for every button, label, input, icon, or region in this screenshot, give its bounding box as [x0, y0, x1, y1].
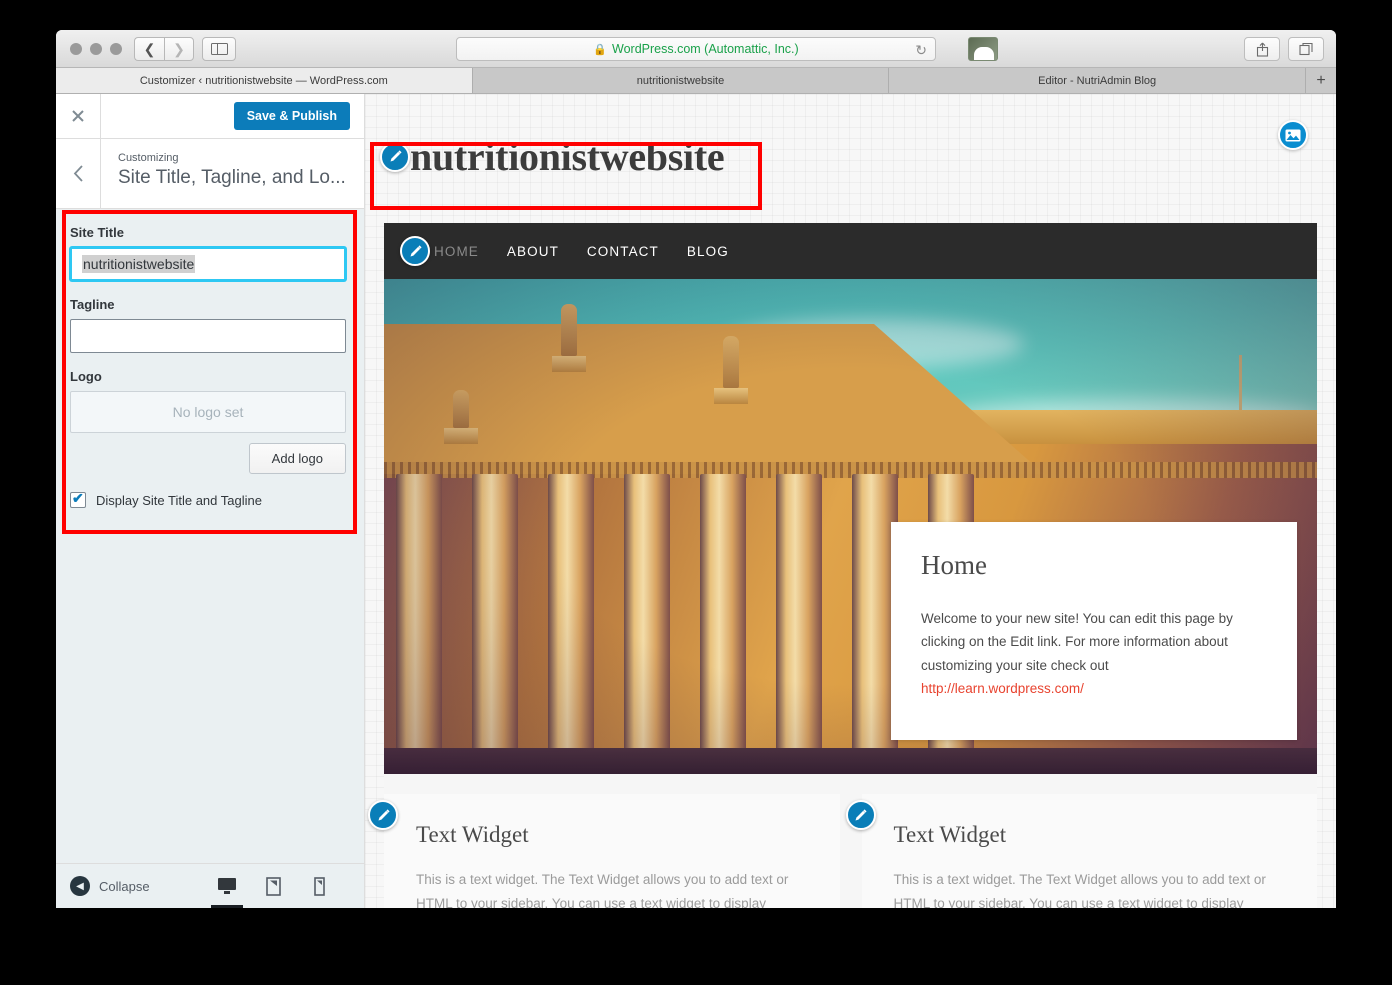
back-button[interactable]: ❮	[134, 37, 164, 61]
share-button[interactable]	[1244, 37, 1280, 61]
site-title-label: Site Title	[70, 225, 124, 240]
window-traffic-lights	[70, 43, 122, 55]
chevron-left-icon	[73, 165, 83, 182]
new-tab-button[interactable]: +	[1306, 68, 1336, 93]
close-icon	[72, 110, 84, 122]
nav-item-about[interactable]: ABOUT	[507, 244, 559, 259]
site-title-input[interactable]: nutritionistwebsite	[70, 247, 346, 281]
widget-area: Text Widget This is a text widget. The T…	[368, 774, 1317, 908]
tab-nutritionistwebsite[interactable]: nutritionistwebsite	[472, 68, 890, 93]
close-window-button[interactable]	[70, 43, 82, 55]
customizer-panel-header: Customizing Site Title, Tagline, and Lo.…	[56, 139, 364, 209]
widget-body: This is a text widget. The Text Widget a…	[416, 872, 789, 908]
display-site-title-label: Display Site Title and Tagline	[96, 492, 262, 508]
nav-links: HOME ABOUT CONTACT BLOG	[434, 244, 729, 259]
extension-button[interactable]	[968, 37, 998, 61]
site-title-text: nutritionistwebsite	[410, 134, 725, 179]
image-edit-shortcut[interactable]	[1278, 120, 1308, 150]
home-body-text: Welcome to your new site! You can edit t…	[921, 611, 1233, 673]
browser-toolbar: ❮ ❯ 🔒 WordPress.com (Automattic, Inc.) ↻	[56, 30, 1336, 68]
customizer-controls: Site Title nutritionistwebsite Tagline L…	[56, 209, 364, 518]
edit-pencil-icon	[855, 808, 867, 820]
home-content-card: Home Welcome to your new site! You can e…	[891, 522, 1297, 740]
panel-title-group: Customizing Site Title, Tagline, and Lo.…	[101, 139, 346, 208]
save-and-publish-button[interactable]: Save & Publish	[233, 102, 350, 130]
logo-label: Logo	[70, 369, 102, 384]
customizer-top-bar: Save & Publish	[56, 94, 364, 139]
widget-title: Text Widget	[893, 822, 1007, 847]
device-preview-switcher	[211, 875, 350, 908]
text-widget-1: Text Widget This is a text widget. The T…	[368, 794, 840, 908]
tab-label: nutritionistwebsite	[636, 74, 725, 87]
edit-pencil-icon	[378, 808, 390, 820]
menu-edit-shortcut[interactable]	[400, 236, 430, 266]
widget-title: Text Widget	[416, 822, 529, 847]
customizer-sidebar: Save & Publish Customizing Site Title, T…	[56, 94, 365, 908]
site-title-value: nutritionistwebsite	[82, 255, 196, 273]
customizer-body: Save & Publish Customizing Site Title, T…	[56, 94, 1336, 908]
add-logo-row: Add logo	[70, 443, 346, 474]
tab-label: Customizer ‹ nutritionistwebsite — WordP…	[139, 74, 388, 87]
display-site-title-checkbox[interactable]	[70, 490, 86, 508]
text-widget-2: Text Widget This is a text widget. The T…	[845, 794, 1317, 908]
reload-icon[interactable]: ↻	[915, 42, 927, 59]
minimize-window-button[interactable]	[90, 43, 102, 55]
tab-overview-icon	[1298, 42, 1313, 56]
breadcrumb: Customizing	[118, 152, 179, 164]
site-header: nutritionistwebsite	[365, 94, 1336, 219]
nav-item-home[interactable]: HOME	[434, 244, 479, 259]
widget-body: This is a text widget. The Text Widget a…	[893, 872, 1266, 908]
sidebar-toggle-icon	[210, 42, 228, 56]
page-title: Site Title, Tagline, and Lo...	[118, 167, 346, 189]
no-logo-placeholder: No logo set	[70, 391, 346, 433]
tablet-preview-icon[interactable]	[262, 875, 284, 897]
browser-window: ❮ ❯ 🔒 WordPress.com (Automattic, Inc.) ↻	[56, 30, 1336, 908]
image-edit-icon	[1285, 129, 1301, 141]
lock-icon: 🔒	[593, 43, 608, 56]
home-heading: Home	[921, 550, 987, 581]
tab-label: Editor - NutriAdmin Blog	[1038, 74, 1157, 87]
tab-overview-button[interactable]	[1288, 37, 1324, 61]
add-logo-button[interactable]: Add logo	[248, 443, 346, 474]
tab-editor-nutriadmin-blog[interactable]: Editor - NutriAdmin Blog	[889, 68, 1307, 93]
edit-pencil-icon	[390, 150, 402, 162]
tagline-input[interactable]	[70, 319, 346, 353]
edit-pencil-icon	[410, 244, 422, 256]
hero-image: Home Welcome to your new site! You can e…	[384, 279, 1317, 774]
share-icon	[1256, 42, 1268, 57]
nav-item-contact[interactable]: CONTACT	[587, 244, 659, 259]
navigation-buttons: ❮ ❯	[134, 37, 194, 61]
desktop-preview-icon[interactable]	[211, 875, 243, 908]
tab-customizer[interactable]: Customizer ‹ nutritionistwebsite — WordP…	[56, 68, 473, 93]
site-navigation-bar: HOME ABOUT CONTACT BLOG	[384, 223, 1317, 279]
widget-edit-shortcut[interactable]	[368, 800, 398, 830]
address-bar[interactable]: 🔒 WordPress.com (Automattic, Inc.) ↻	[456, 37, 936, 61]
nav-item-blog[interactable]: BLOG	[687, 244, 729, 259]
forward-button[interactable]: ❯	[164, 37, 194, 61]
customizer-footer: ◀ Collapse	[56, 863, 364, 908]
site-title-edit-shortcut[interactable]	[380, 141, 410, 172]
collapse-button[interactable]: ◀ Collapse	[70, 876, 150, 896]
tagline-label: Tagline	[70, 297, 115, 312]
sidebar-toggle-button[interactable]	[202, 37, 236, 61]
tab-bar: Customizer ‹ nutritionistwebsite — WordP…	[56, 68, 1336, 94]
learn-wordpress-link[interactable]: http://learn.wordpress.com/	[921, 681, 1084, 696]
address-bar-text: WordPress.com (Automattic, Inc.)	[612, 42, 799, 56]
display-site-title-row[interactable]: Display Site Title and Tagline	[70, 490, 346, 508]
site-canvas: HOME ABOUT CONTACT BLOG Home Welcome to …	[368, 223, 1317, 908]
collapse-label: Collapse	[99, 878, 150, 894]
home-body: Welcome to your new site! You can edit t…	[921, 607, 1267, 700]
widget-edit-shortcut[interactable]	[845, 800, 876, 830]
mobile-preview-icon[interactable]	[308, 875, 330, 897]
collapse-arrow-icon: ◀	[70, 876, 90, 896]
maximize-window-button[interactable]	[110, 43, 122, 55]
toolbar-right-buttons	[1244, 37, 1324, 61]
panel-back-button[interactable]	[56, 139, 101, 208]
save-publish-container: Save & Publish	[101, 94, 364, 138]
site-preview-pane: nutritionistwebsite HOME ABOUT CONTACT B…	[365, 94, 1336, 908]
close-customizer-button[interactable]	[56, 94, 101, 138]
